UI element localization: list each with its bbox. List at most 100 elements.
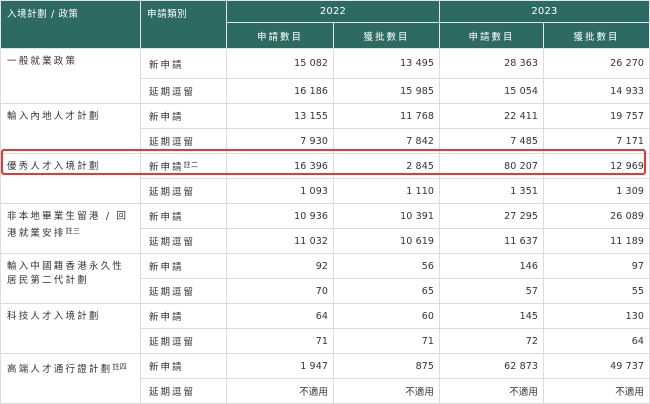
table-row: 科技人才入境計劃 新申請 64 60 145 130 xyxy=(0,303,650,354)
value-cell: 2 845 xyxy=(333,153,440,179)
value-cell: 64 xyxy=(226,303,334,329)
scheme-note: 註三 xyxy=(65,227,81,235)
category-label: 新申請 xyxy=(149,262,184,273)
scheme-name: 高端人才通行證計劃 xyxy=(7,364,113,375)
scheme-note: 註四 xyxy=(112,363,128,371)
value-cell: 875 xyxy=(333,353,440,379)
header-applications-2022: 申請數目 xyxy=(226,22,334,49)
category-label: 延期逗留 xyxy=(149,237,196,248)
header-category: 申請類別 xyxy=(140,0,227,49)
value-cell: 7 930 xyxy=(226,128,334,154)
value-cell: 72 xyxy=(439,328,544,354)
category-cell: 延期逗留 xyxy=(140,78,227,104)
value-cell: 15 985 xyxy=(333,78,440,104)
category-label: 新申請 xyxy=(149,212,184,223)
header-year-2023: 2023 xyxy=(439,0,650,23)
value-cell: 10 619 xyxy=(333,228,440,254)
scheme-name: 輸入中國籍香港永久性居民第二代計劃 xyxy=(7,261,125,286)
header-year-2022: 2022 xyxy=(226,0,440,23)
category-label: 延期逗留 xyxy=(149,137,196,148)
category-label: 延期逗留 xyxy=(149,387,196,398)
value-cell: 60 xyxy=(333,303,440,329)
category-label: 新申請 xyxy=(149,59,184,71)
value-cell: 1 351 xyxy=(439,178,544,204)
value-cell: 14 933 xyxy=(543,78,650,104)
header-applications-2023: 申請數目 xyxy=(439,22,544,49)
scheme-cell: 優秀人才入境計劃 xyxy=(0,153,141,204)
table-row: 高端人才通行證計劃註四 新申請 1 947 875 62 873 49 737 xyxy=(0,353,650,404)
category-label: 新申請 xyxy=(149,162,184,173)
category-cell: 新申請 xyxy=(140,203,227,229)
value-cell: 7 842 xyxy=(333,128,440,154)
category-cell: 新申請註二 xyxy=(140,153,227,179)
category-cell: 延期逗留 xyxy=(140,278,227,304)
value-cell: 15 082 xyxy=(226,48,334,79)
value-cell: 27 295 xyxy=(439,203,544,229)
category-cell: 新申請 xyxy=(140,103,227,129)
value-cell: 71 xyxy=(333,328,440,354)
value-cell: 97 xyxy=(543,253,650,279)
category-label: 延期逗留 xyxy=(149,87,196,98)
value-cell: 10 391 xyxy=(333,203,440,229)
scheme-cell: 高端人才通行證計劃註四 xyxy=(0,353,141,404)
value-cell: 71 xyxy=(226,328,334,354)
value-cell: 49 737 xyxy=(543,353,650,379)
category-cell: 延期逗留 xyxy=(140,328,227,354)
value-cell: 146 xyxy=(439,253,544,279)
value-cell: 70 xyxy=(226,278,334,304)
value-cell: 64 xyxy=(543,328,650,354)
value-cell: 62 873 xyxy=(439,353,544,379)
value-cell: 16 186 xyxy=(226,78,334,104)
category-cell: 新申請 xyxy=(140,353,227,379)
category-cell: 新申請 xyxy=(140,253,227,279)
category-cell: 延期逗留 xyxy=(140,128,227,154)
value-cell: 1 093 xyxy=(226,178,334,204)
table-row: 非本地畢業生留港 / 回港就業安排註三 新申請 10 936 10 391 27 295… xyxy=(0,203,650,254)
scheme-cell: 輸入中國籍香港永久性居民第二代計劃 xyxy=(0,253,141,304)
value-cell: 1 947 xyxy=(226,353,334,379)
scheme-name: 輸入內地人才計劃 xyxy=(7,111,101,122)
value-cell: 80 207 xyxy=(439,153,544,179)
value-cell: 7 171 xyxy=(543,128,650,154)
scheme-name: 一般就業政策 xyxy=(7,56,78,67)
scheme-cell: 一般就業政策 xyxy=(0,48,141,104)
value-cell: 16 396 xyxy=(226,153,334,179)
value-cell: 92 xyxy=(226,253,334,279)
value-cell: 13 155 xyxy=(226,103,334,129)
scheme-cell: 非本地畢業生留港 / 回港就業安排註三 xyxy=(0,203,141,254)
value-cell: 145 xyxy=(439,303,544,329)
category-cell: 延期逗留 xyxy=(140,228,227,254)
category-label: 延期逗留 xyxy=(149,287,196,298)
value-cell: 11 768 xyxy=(333,103,440,129)
value-cell: 55 xyxy=(543,278,650,304)
value-cell: 11 032 xyxy=(226,228,334,254)
header-scheme: 入境計劃 / 政策 xyxy=(0,0,141,49)
value-cell: 57 xyxy=(439,278,544,304)
value-cell: 26 270 xyxy=(543,48,650,79)
value-cell: 7 485 xyxy=(439,128,544,154)
category-label: 新申請 xyxy=(149,312,184,323)
category-label: 延期逗留 xyxy=(149,187,196,198)
category-label: 新申請 xyxy=(149,112,184,123)
category-cell: 新申請 xyxy=(140,48,227,79)
header-approvals-2022: 獲批數目 xyxy=(333,22,440,49)
value-cell: 26 089 xyxy=(543,203,650,229)
scheme-name: 優秀人才入境計劃 xyxy=(7,161,101,172)
table-row: 優秀人才入境計劃 新申請註二 16 396 2 845 80 207 12 969 xyxy=(0,153,650,204)
value-cell: 22 411 xyxy=(439,103,544,129)
value-cell: 12 969 xyxy=(543,153,650,179)
value-cell: 130 xyxy=(543,303,650,329)
table-row: 輸入中國籍香港永久性居民第二代計劃 新申請 92 56 146 97 xyxy=(0,253,650,304)
admissions-table: 入境計劃 / 政策 申請類別 2022 2023 申請數目 獲批數目 申請數目 … xyxy=(0,0,650,404)
table-row: 輸入內地人才計劃 新申請 13 155 11 768 22 411 19 757 xyxy=(0,103,650,154)
header-approvals-2023: 獲批數目 xyxy=(543,22,650,49)
value-cell: 15 054 xyxy=(439,78,544,104)
scheme-cell: 輸入內地人才計劃 xyxy=(0,103,141,154)
value-cell: 19 757 xyxy=(543,103,650,129)
scheme-name: 科技人才入境計劃 xyxy=(7,311,101,322)
value-cell: 13 495 xyxy=(333,48,440,79)
value-cell: 10 936 xyxy=(226,203,334,229)
value-cell: 1 110 xyxy=(333,178,440,204)
category-note: 註二 xyxy=(183,161,199,169)
value-cell: 65 xyxy=(333,278,440,304)
